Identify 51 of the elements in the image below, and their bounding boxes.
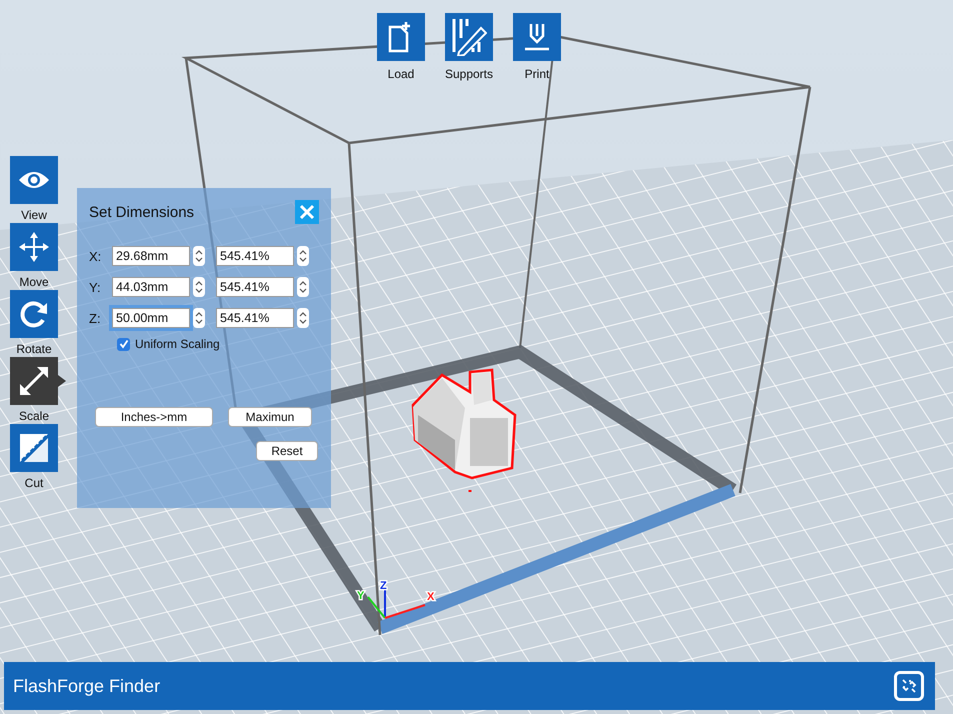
panel-button[interactable]: Maximun — [228, 407, 312, 427]
stepper[interactable] — [193, 246, 205, 266]
cut-tool-button[interactable] — [10, 424, 58, 472]
checkbox[interactable] — [117, 338, 130, 350]
size-field[interactable]: 29.68mm — [112, 246, 190, 266]
percent-field[interactable]: 545.41% — [216, 246, 294, 266]
pointer-triangle-icon — [58, 375, 66, 387]
supports-button[interactable] — [445, 13, 493, 61]
load-button[interactable] — [377, 13, 425, 61]
view-tool-button[interactable] — [10, 156, 58, 204]
stepper[interactable] — [193, 308, 205, 328]
tool-label: Rotate — [16, 342, 52, 356]
move-arrows-icon — [19, 232, 49, 262]
eye-icon — [18, 170, 50, 190]
tool-label: Move — [19, 275, 49, 289]
move-tool-button[interactable] — [10, 223, 58, 271]
close-icon — [299, 204, 315, 220]
scale-tool-button[interactable] — [10, 357, 58, 405]
reset-button[interactable]: Reset — [256, 441, 318, 461]
stepper[interactable] — [297, 277, 309, 297]
cut-plane-icon — [19, 433, 49, 463]
stepper[interactable] — [297, 246, 309, 266]
tool-label: Load — [388, 67, 414, 81]
rotate-icon — [19, 299, 49, 329]
axis-label: Z: — [89, 310, 102, 326]
panel-button[interactable]: Inches->mm — [95, 407, 213, 427]
tool-label: View — [21, 208, 47, 222]
axis-label: X: — [89, 248, 102, 264]
close-button[interactable] — [295, 200, 319, 224]
percent-field[interactable]: 545.41% — [216, 277, 294, 297]
app-title: FlashForge Finder — [13, 676, 160, 696]
tool-label: Scale — [18, 409, 50, 423]
tool-label: Supports — [444, 67, 494, 81]
axis-gizmo: X — [384, 591, 434, 619]
stepper[interactable] — [297, 308, 309, 328]
axis-label: Y: — [89, 280, 102, 294]
link-button[interactable] — [894, 671, 924, 701]
panel-title: Set Dimensions — [89, 204, 194, 220]
checkbox-label: Uniform Scaling — [135, 337, 220, 351]
size-field[interactable]: 44.03mm — [112, 277, 190, 297]
tool-label: Print — [524, 67, 550, 81]
stepper[interactable] — [193, 277, 205, 297]
pencil-icon — [451, 18, 487, 56]
broken-link-icon — [901, 678, 917, 694]
diagonal-arrow-icon — [19, 366, 49, 396]
print-button[interactable] — [513, 13, 561, 61]
tool-label: Cut — [24, 476, 44, 490]
nozzle-icon — [523, 22, 551, 52]
rotate-tool-button[interactable] — [10, 290, 58, 338]
size-field[interactable]: 50.00mm — [112, 308, 190, 328]
percent-field[interactable]: 545.41% — [216, 308, 294, 328]
